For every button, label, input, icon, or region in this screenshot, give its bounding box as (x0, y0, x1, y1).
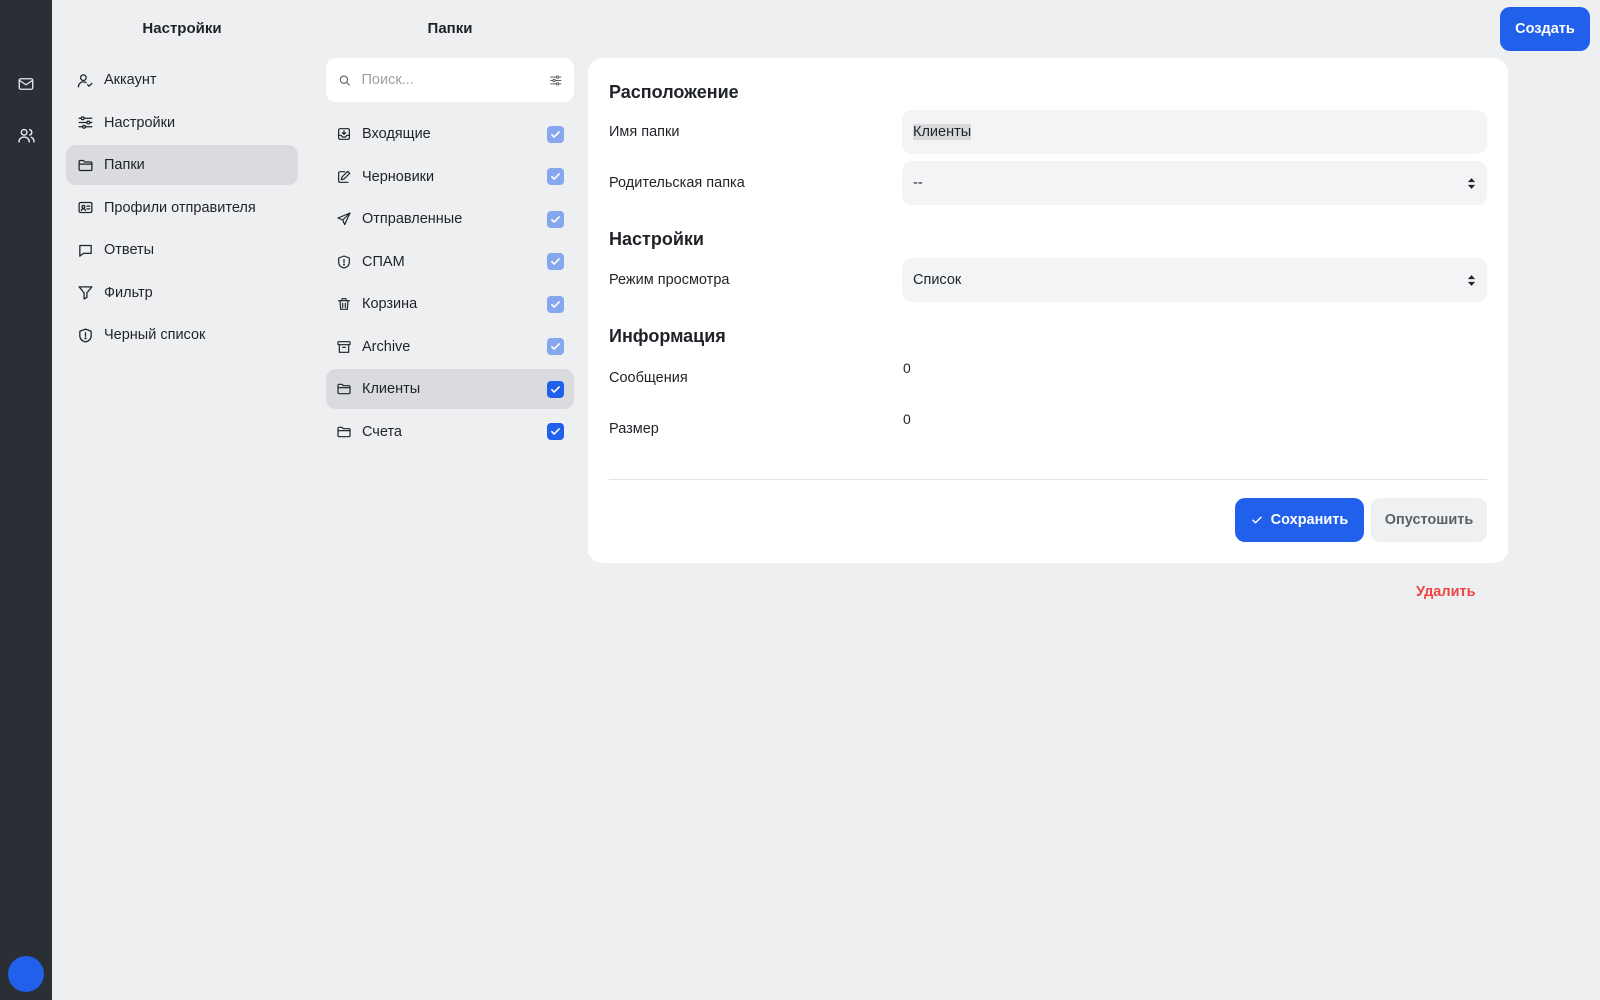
folder-item-inbox[interactable]: Входящие (326, 114, 574, 154)
check-icon (551, 343, 560, 350)
folder-item-label: Входящие (362, 126, 431, 142)
folder-icon (337, 383, 351, 395)
settings-item-replies[interactable]: Ответы (66, 230, 298, 270)
avatar[interactable] (8, 956, 44, 992)
folder-checkbox[interactable] (547, 125, 564, 143)
view-mode-label: Режим просмотра (609, 272, 730, 288)
location-heading: Расположение (609, 82, 739, 102)
folder-checkbox[interactable] (547, 423, 564, 440)
settings-item-label: Папки (104, 157, 145, 173)
size-label: Размер (609, 421, 659, 437)
folder-checkbox[interactable] (547, 380, 564, 398)
settings-item-label: Профили отправителя (104, 199, 256, 216)
settings-column-title: Настройки (142, 20, 222, 37)
settings-item-label: Аккаунт (104, 72, 157, 88)
folder-checkbox[interactable] (547, 338, 564, 355)
folder-item-label: СПАМ (362, 253, 405, 270)
folder-list: Входящие Черновики Отправленные СПАМ Кор… (326, 114, 574, 454)
filter-settings-icon[interactable] (549, 73, 563, 88)
view-mode-value: Список (913, 272, 962, 288)
folder-item-invoices[interactable]: Счета (326, 412, 574, 452)
parent-folder-value: -- (913, 175, 923, 191)
check-icon (551, 385, 560, 393)
parent-folder-select[interactable]: -- (902, 161, 1487, 205)
size-value: 0 (903, 411, 911, 427)
check-icon (551, 130, 560, 138)
mail-icon[interactable] (14, 72, 38, 96)
folder-checkbox[interactable] (547, 253, 564, 270)
user-icon (77, 73, 93, 88)
folder-item-trash[interactable]: Корзина (326, 284, 574, 324)
id-card-icon (78, 201, 93, 214)
save-button[interactable]: Сохранить (1235, 498, 1364, 542)
settings-nav: Аккаунт Настройки Папки Профили отправит… (66, 60, 298, 358)
empty-folder-button[interactable]: Опустошить (1371, 498, 1487, 542)
folder-edit-card: Расположение Имя папки Клиенты Родительс… (588, 58, 1508, 563)
filter-icon (78, 286, 93, 300)
settings-item-label: Фильтр (104, 284, 153, 301)
folder-item-sent[interactable]: Отправленные (326, 199, 574, 239)
settings-item-label: Черный список (104, 327, 206, 343)
settings-item-label: Ответы (104, 242, 155, 258)
create-button[interactable]: Создать (1500, 7, 1590, 51)
check-icon (551, 173, 560, 180)
inbox-icon (338, 128, 350, 140)
folder-checkbox[interactable] (547, 168, 564, 185)
folder-item-label: Клиенты (362, 381, 421, 397)
users-icon[interactable] (14, 123, 38, 147)
settings-item-settings[interactable]: Настройки (66, 103, 298, 143)
search-input[interactable] (361, 72, 549, 88)
save-button-label: Сохранить (1270, 512, 1349, 528)
settings-item-label: Настройки (104, 114, 176, 131)
check-icon (1251, 516, 1262, 524)
check-icon (551, 300, 560, 308)
select-arrows-icon (1467, 177, 1476, 189)
settings-item-filter[interactable]: Фильтр (66, 273, 298, 313)
settings-heading: Настройки (609, 229, 704, 249)
trash-icon (338, 298, 350, 310)
sliders-icon (78, 116, 93, 129)
folder-item-archive[interactable]: Archive (326, 327, 574, 367)
folder-name-value: Клиенты (913, 124, 972, 140)
settings-item-folders[interactable]: Папки (66, 145, 298, 185)
settings-item-sender-profiles[interactable]: Профили отправителя (66, 188, 298, 228)
check-icon (551, 258, 560, 265)
folder-name-label: Имя папки (609, 124, 680, 140)
folder-item-clients[interactable]: Клиенты (326, 369, 574, 409)
folder-icon (337, 426, 351, 437)
chat-bubble-icon (79, 244, 92, 257)
select-arrows-icon (1467, 274, 1476, 286)
folders-column-title: Папки (427, 20, 473, 37)
archive-icon (337, 340, 351, 353)
folder-item-label: Корзина (362, 296, 418, 312)
folder-item-label: Archive (362, 338, 411, 355)
folder-icon (78, 159, 93, 171)
info-heading: Информация (609, 326, 726, 346)
view-mode-select[interactable]: Список (902, 258, 1487, 302)
search-icon (339, 74, 350, 86)
check-icon (551, 428, 560, 435)
folder-item-label: Черновики (362, 168, 435, 185)
folder-checkbox[interactable] (547, 210, 564, 228)
folder-item-label: Счета (362, 423, 402, 440)
folder-name-field[interactable]: Клиенты (902, 110, 1487, 154)
send-icon (337, 212, 351, 226)
shield-alert-icon (338, 254, 350, 269)
folder-item-spam[interactable]: СПАМ (326, 242, 574, 282)
parent-folder-label: Родительская папка (609, 175, 745, 191)
folder-item-drafts[interactable]: Черновики (326, 157, 574, 197)
settings-item-blacklist[interactable]: Черный список (66, 315, 298, 355)
messages-count: 0 (903, 360, 911, 376)
divider (609, 479, 1487, 480)
folder-item-label: Отправленные (362, 211, 463, 227)
settings-item-account[interactable]: Аккаунт (66, 60, 298, 100)
shield-icon (79, 327, 92, 343)
folder-search (326, 58, 574, 102)
messages-label: Сообщения (609, 370, 688, 386)
draft-pen-icon (338, 170, 351, 183)
check-icon (551, 215, 560, 223)
delete-folder-button[interactable]: Удалить (1416, 584, 1476, 600)
app-rail (0, 0, 52, 1000)
folder-checkbox[interactable] (547, 295, 564, 313)
